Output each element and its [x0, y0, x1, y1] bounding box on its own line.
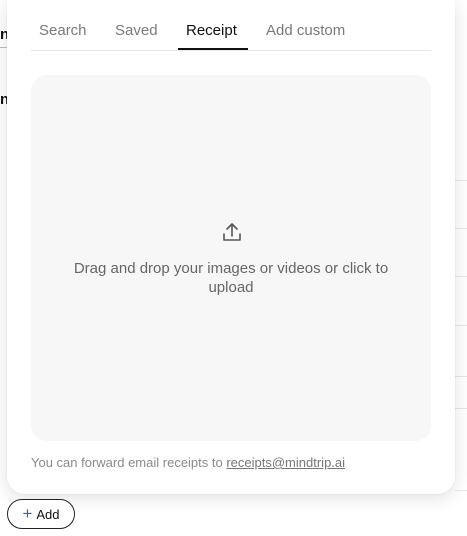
tab-add-custom[interactable]: Add custom	[266, 22, 345, 39]
add-button-label: Add	[36, 506, 60, 522]
background-divider	[455, 490, 467, 491]
background-divider	[455, 376, 467, 377]
tab-receipt[interactable]: Receipt	[186, 22, 237, 39]
tab-saved[interactable]: Saved	[115, 22, 158, 39]
active-tab-indicator	[178, 48, 248, 50]
add-expense-popover: Search Saved Receipt Add custom Drag and…	[7, 0, 455, 494]
forward-email-note: You can forward email receipts to receip…	[31, 455, 345, 470]
dropzone-instructions: Drag and drop your images or videos or c…	[73, 260, 389, 296]
background-divider	[455, 408, 467, 409]
background-divider	[455, 228, 467, 229]
plus-icon: +	[22, 504, 33, 523]
background-divider	[455, 325, 467, 326]
background-divider	[455, 276, 467, 277]
forward-email-text: You can forward email receipts to	[31, 455, 227, 470]
tab-search[interactable]: Search	[39, 22, 87, 39]
background-divider	[455, 180, 467, 181]
upload-dropzone[interactable]: Drag and drop your images or videos or c…	[31, 75, 431, 441]
add-button[interactable]: + Add	[7, 499, 75, 529]
upload-icon	[223, 223, 241, 241]
tab-bar: Search Saved Receipt Add custom	[31, 0, 431, 51]
receipts-email-link[interactable]: receipts@mindtrip.ai	[226, 455, 345, 470]
